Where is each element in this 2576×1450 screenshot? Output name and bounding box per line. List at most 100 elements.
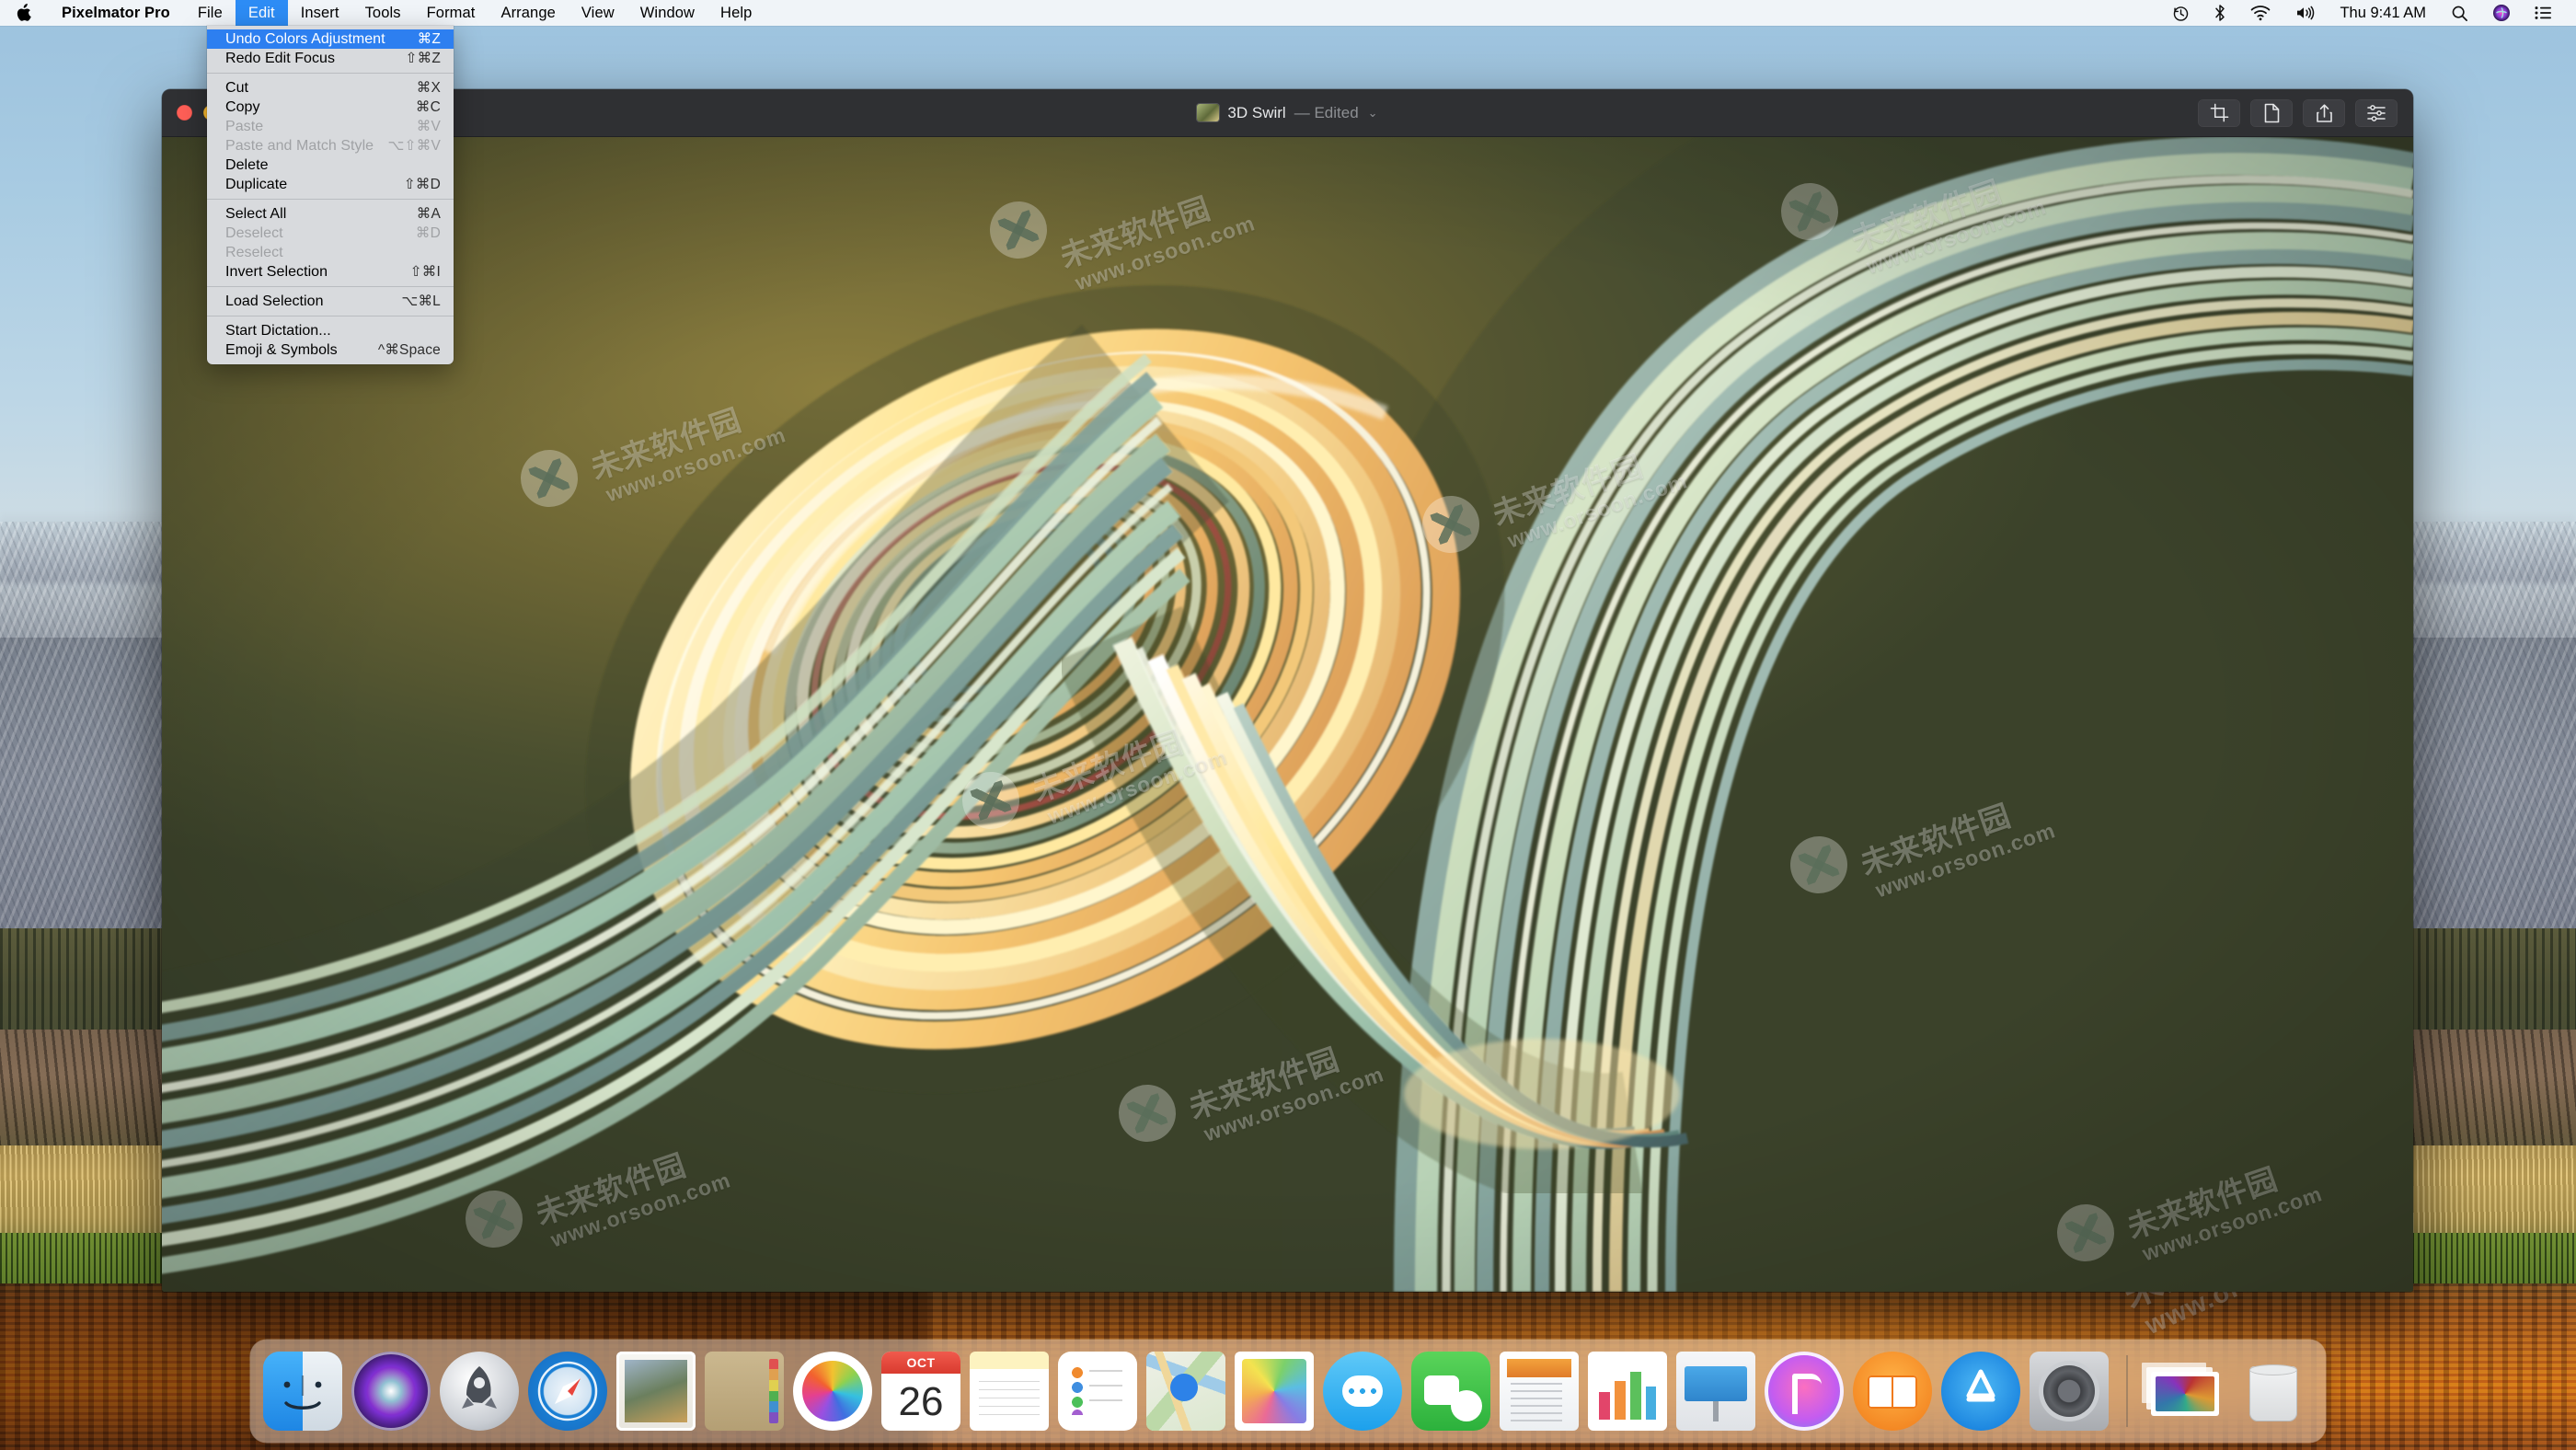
close-button[interactable] <box>177 105 192 121</box>
control-center-icon[interactable] <box>2523 0 2565 26</box>
share-icon <box>2316 103 2332 122</box>
window-edited-badge: — Edited <box>1294 103 1359 121</box>
dock-item-finder[interactable] <box>263 1352 342 1431</box>
window-toolbar <box>2198 98 2413 127</box>
wifi-icon[interactable] <box>2238 0 2283 26</box>
menu-format[interactable]: Format <box>414 0 489 26</box>
calendar-day: 26 <box>898 1379 944 1424</box>
dock-item-mail[interactable] <box>616 1352 696 1431</box>
ribbon-bundle-green-left <box>162 324 1230 1274</box>
dock-item-photos[interactable] <box>793 1352 872 1431</box>
dock-item-contacts[interactable] <box>705 1352 784 1431</box>
dock-item-notes[interactable] <box>970 1352 1049 1431</box>
watermark-logo <box>512 442 586 515</box>
menu-bar-status-area: Thu 9:41 AM <box>2160 0 2576 26</box>
menu-item-cut[interactable]: Cut ⌘X <box>207 78 454 98</box>
watermark: 未来软件园 www.orsoon.com <box>1488 448 1691 553</box>
dock-item-calendar[interactable]: OCT 26 <box>881 1352 960 1431</box>
menu-item-undo[interactable]: Undo Colors Adjustment ⌘Z <box>207 29 454 49</box>
watermark: 未来软件园 www.orsoon.com <box>586 402 789 507</box>
bluetooth-icon[interactable] <box>2202 0 2238 26</box>
menu-app-name[interactable]: Pixelmator Pro <box>47 0 185 26</box>
window-title-group: 3D Swirl — Edited ⌄ <box>162 89 2413 136</box>
volume-icon[interactable] <box>2283 0 2327 26</box>
window-title-bar[interactable]: 3D Swirl — Edited ⌄ <box>162 89 2413 137</box>
dock-item-reminders[interactable] <box>1058 1352 1137 1431</box>
document-icon <box>2264 103 2279 122</box>
apple-logo-icon <box>17 4 31 21</box>
edit-menu-dropdown: Undo Colors Adjustment ⌘Z Redo Edit Focu… <box>207 26 454 364</box>
watermark-logo <box>954 764 1028 837</box>
adjustments-button[interactable] <box>2355 98 2398 127</box>
dock-item-pages[interactable] <box>1500 1352 1579 1431</box>
finder-face-icon <box>283 1375 322 1410</box>
crop-icon <box>2210 103 2228 122</box>
dock-item-maps[interactable] <box>1146 1352 1225 1431</box>
menu-item-copy[interactable]: Copy ⌘C <box>207 98 454 117</box>
menu-window[interactable]: Window <box>627 0 707 26</box>
watermark: 未来软件园 www.orsoon.com <box>1028 724 1231 829</box>
menu-item-emoji-and-symbols[interactable]: Emoji & Symbols ^⌘Space <box>207 340 454 360</box>
compass-icon <box>537 1361 598 1421</box>
siri-icon[interactable] <box>2480 0 2523 26</box>
menu-item-invert-selection[interactable]: Invert Selection ⇧⌘I <box>207 262 454 282</box>
watermark: 未来软件园 www.orsoon.com <box>1846 174 2050 279</box>
dock-item-siri[interactable] <box>351 1352 431 1431</box>
menu-edit[interactable]: Edit <box>235 0 288 26</box>
dock-item-safari[interactable] <box>528 1352 607 1431</box>
menu-help[interactable]: Help <box>707 0 765 26</box>
menu-tools[interactable]: Tools <box>352 0 414 26</box>
menu-arrange[interactable]: Arrange <box>488 0 568 26</box>
watermark-logo <box>2049 1196 2122 1270</box>
dock-item-launchpad[interactable] <box>440 1352 519 1431</box>
dock-item-trash[interactable] <box>2234 1352 2313 1431</box>
dock-item-books[interactable] <box>1853 1352 1932 1431</box>
menu-item-paste-and-match-style: Paste and Match Style ⌥⇧⌘V <box>225 138 441 154</box>
menu-separator <box>207 199 454 200</box>
time-machine-icon[interactable] <box>2160 0 2202 26</box>
rocket-icon <box>462 1366 497 1409</box>
watermark-logo <box>1773 175 1846 248</box>
swirl-artwork <box>162 137 2413 1292</box>
ribbon-bundle-green-right <box>1248 137 2413 1292</box>
dock-item-itunes[interactable] <box>1765 1352 1844 1431</box>
menu-item-duplicate[interactable]: Duplicate ⇧⌘D <box>207 175 454 194</box>
dock-item-downloads[interactable] <box>2145 1352 2225 1431</box>
document-thumbnail-icon <box>1197 104 1220 121</box>
menu-file[interactable]: File <box>185 0 236 26</box>
new-document-button[interactable] <box>2250 98 2293 127</box>
sliders-icon <box>2367 104 2386 121</box>
share-button[interactable] <box>2303 98 2345 127</box>
document-canvas[interactable]: 未来软件园 www.orsoon.com 未来软件园 www.orsoon.co… <box>162 137 2413 1292</box>
watermark: 未来软件园 www.orsoon.com <box>2122 1161 2326 1266</box>
calendar-month: OCT <box>881 1352 960 1374</box>
window-title: 3D Swirl <box>1227 103 1286 121</box>
menu-separator <box>207 286 454 287</box>
menu-item-load-selection[interactable]: Load Selection ⌥⌘L <box>207 292 454 311</box>
dock-item-facetime[interactable] <box>1411 1352 1490 1431</box>
dock-item-numbers[interactable] <box>1588 1352 1667 1431</box>
watermark-logo <box>1110 1076 1184 1150</box>
menu-item-select-all[interactable]: Select All ⌘A <box>207 204 454 224</box>
app-store-icon <box>1966 1369 1995 1402</box>
dock: OCT 26 <box>250 1340 2326 1443</box>
crop-tool-button[interactable] <box>2198 98 2240 127</box>
dock-item-preview[interactable] <box>1235 1352 1314 1431</box>
menu-item-delete[interactable]: Delete <box>207 155 454 175</box>
menu-item-redo[interactable]: Redo Edit Focus ⇧⌘Z <box>207 49 454 68</box>
chevron-down-icon[interactable]: ⌄ <box>1368 106 1378 121</box>
ribbon-bundle-warm-center <box>585 285 1505 1093</box>
menu-bar-clock[interactable]: Thu 9:41 AM <box>2327 5 2439 22</box>
menu-item-start-dictation[interactable]: Start Dictation... <box>207 321 454 340</box>
menu-bar-left: Pixelmator Pro File Edit Insert Tools Fo… <box>0 0 765 26</box>
dock-item-system-preferences[interactable] <box>2030 1352 2109 1431</box>
spotlight-search-icon[interactable] <box>2439 0 2480 26</box>
apple-menu-icon[interactable] <box>0 0 47 26</box>
dock-item-app-store[interactable] <box>1941 1352 2020 1431</box>
menu-item-paste: Paste ⌘V <box>225 119 441 134</box>
menu-insert[interactable]: Insert <box>288 0 352 26</box>
dock-separator <box>2126 1355 2128 1427</box>
dock-item-keynote[interactable] <box>1676 1352 1755 1431</box>
dock-item-messages[interactable] <box>1323 1352 1402 1431</box>
menu-view[interactable]: View <box>569 0 627 26</box>
